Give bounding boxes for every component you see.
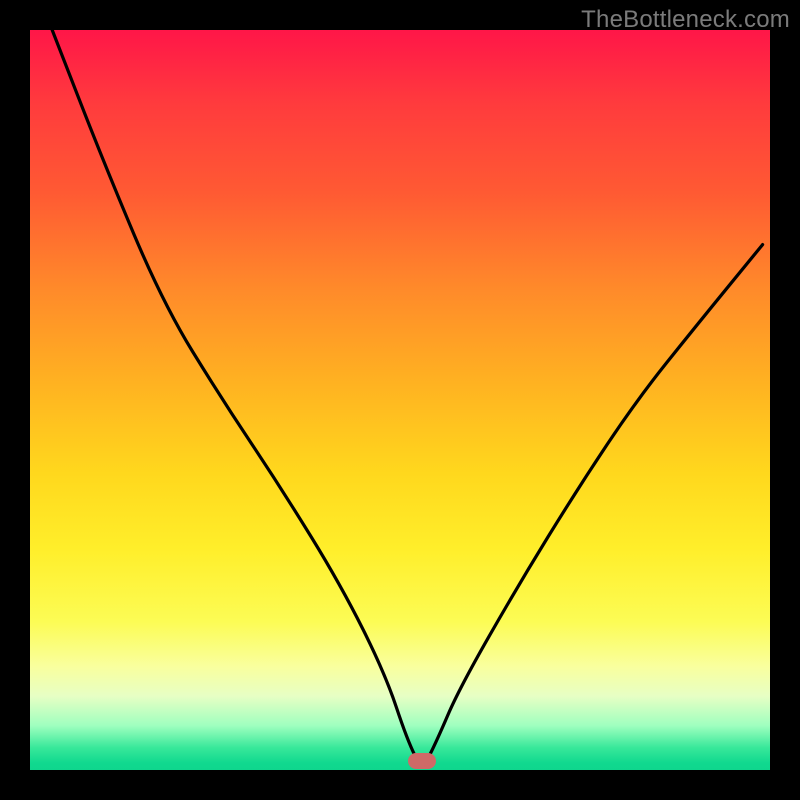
optimum-marker bbox=[408, 753, 436, 769]
bottleneck-curve-path bbox=[52, 30, 762, 763]
curve-svg bbox=[30, 30, 770, 770]
watermark-text: TheBottleneck.com bbox=[581, 6, 790, 34]
plot-area bbox=[30, 30, 770, 770]
chart-frame: TheBottleneck.com bbox=[0, 0, 800, 800]
